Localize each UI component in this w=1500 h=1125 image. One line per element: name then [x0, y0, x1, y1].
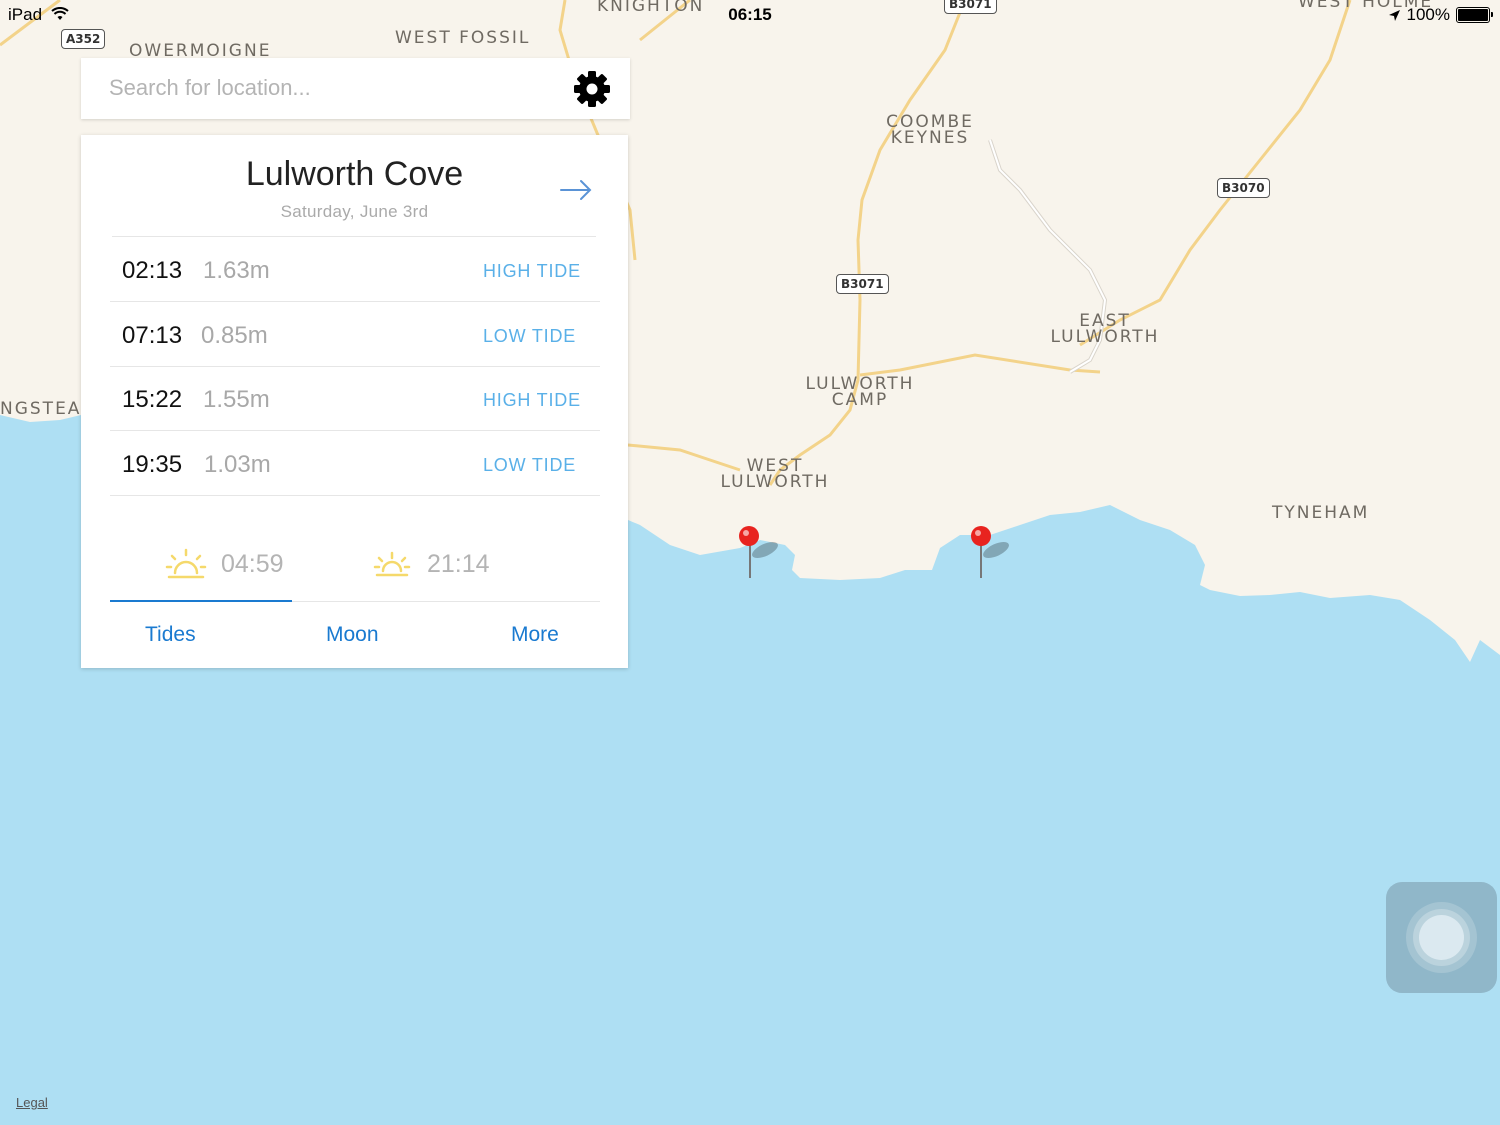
battery-tip	[1491, 12, 1493, 17]
sunrise: 04:59	[165, 547, 284, 581]
sunset-icon	[373, 551, 411, 577]
tide-card: Lulworth Cove Saturday, June 3rd 02:13 1…	[81, 135, 628, 668]
battery-fill	[1458, 9, 1488, 21]
sunset-time: 21:14	[427, 549, 490, 578]
status-right: 100%	[1388, 5, 1493, 25]
sunrise-icon	[165, 548, 207, 579]
assistive-ring	[1419, 915, 1464, 960]
road-shield-b3070: B3070	[1217, 178, 1270, 198]
road-shield-a352: A352	[61, 29, 106, 49]
battery-percent: 100%	[1406, 5, 1450, 24]
tide-height: 1.03m	[204, 451, 271, 478]
tide-type: HIGH TIDE	[483, 261, 581, 281]
status-time: 06:15	[728, 5, 772, 24]
date-label: Saturday, June 3rd	[280, 202, 429, 221]
tide-type: HIGH TIDE	[483, 390, 581, 410]
active-tab-indicator	[110, 600, 292, 602]
tide-row: 02:13 1.63m HIGH TIDE	[110, 237, 600, 302]
tab-tides[interactable]: Tides	[145, 623, 196, 647]
gear-icon[interactable]	[573, 70, 611, 108]
tide-height: 0.85m	[201, 322, 268, 349]
tide-type: LOW TIDE	[483, 326, 577, 346]
location-arrow-icon	[1388, 9, 1400, 21]
tide-type: LOW TIDE	[483, 455, 577, 475]
tide-row: 15:22 1.55m HIGH TIDE	[110, 366, 600, 431]
tide-time: 07:13	[122, 322, 183, 349]
map-label-coombe-keynes: Coombe Keynes	[886, 112, 974, 148]
tide-height: 1.63m	[203, 257, 270, 284]
location-title: Lulworth Cove	[245, 155, 464, 193]
map-label-east-lulworth: East Lulworth	[1050, 311, 1160, 347]
tide-time: 19:35	[122, 451, 183, 478]
tide-row: 07:13 0.85m LOW TIDE	[110, 302, 600, 367]
tide-time: 15:22	[122, 386, 183, 413]
tide-height: 1.55m	[203, 386, 270, 413]
sunset: 21:14	[371, 547, 490, 581]
road-shield-b3071: B3071	[836, 274, 889, 294]
search-input[interactable]	[109, 72, 549, 104]
status-bar: iPad 06:15 100%	[0, 0, 1500, 30]
tab-moon[interactable]: Moon	[326, 623, 379, 647]
legal-link[interactable]: Legal	[16, 1095, 48, 1110]
tide-time: 02:13	[122, 257, 183, 284]
tab-more[interactable]: More	[511, 623, 559, 647]
map-label-lulworth-camp: Lulworth Camp	[805, 374, 915, 410]
map-label-west-lulworth: West Lulworth	[720, 456, 830, 492]
map-label-tyneham: Tyneham	[1272, 503, 1370, 523]
map-label-west-fossil: West Fossil	[395, 28, 531, 48]
sunrise-time: 04:59	[221, 549, 284, 578]
assistive-touch-button[interactable]	[1386, 882, 1497, 993]
map-label-owermoigne: Owermoigne	[129, 41, 272, 61]
arrow-right-icon[interactable]	[559, 175, 593, 205]
tide-row: 19:35 1.03m LOW TIDE	[110, 431, 600, 496]
search-bar	[81, 58, 630, 119]
battery-icon	[1456, 7, 1493, 23]
